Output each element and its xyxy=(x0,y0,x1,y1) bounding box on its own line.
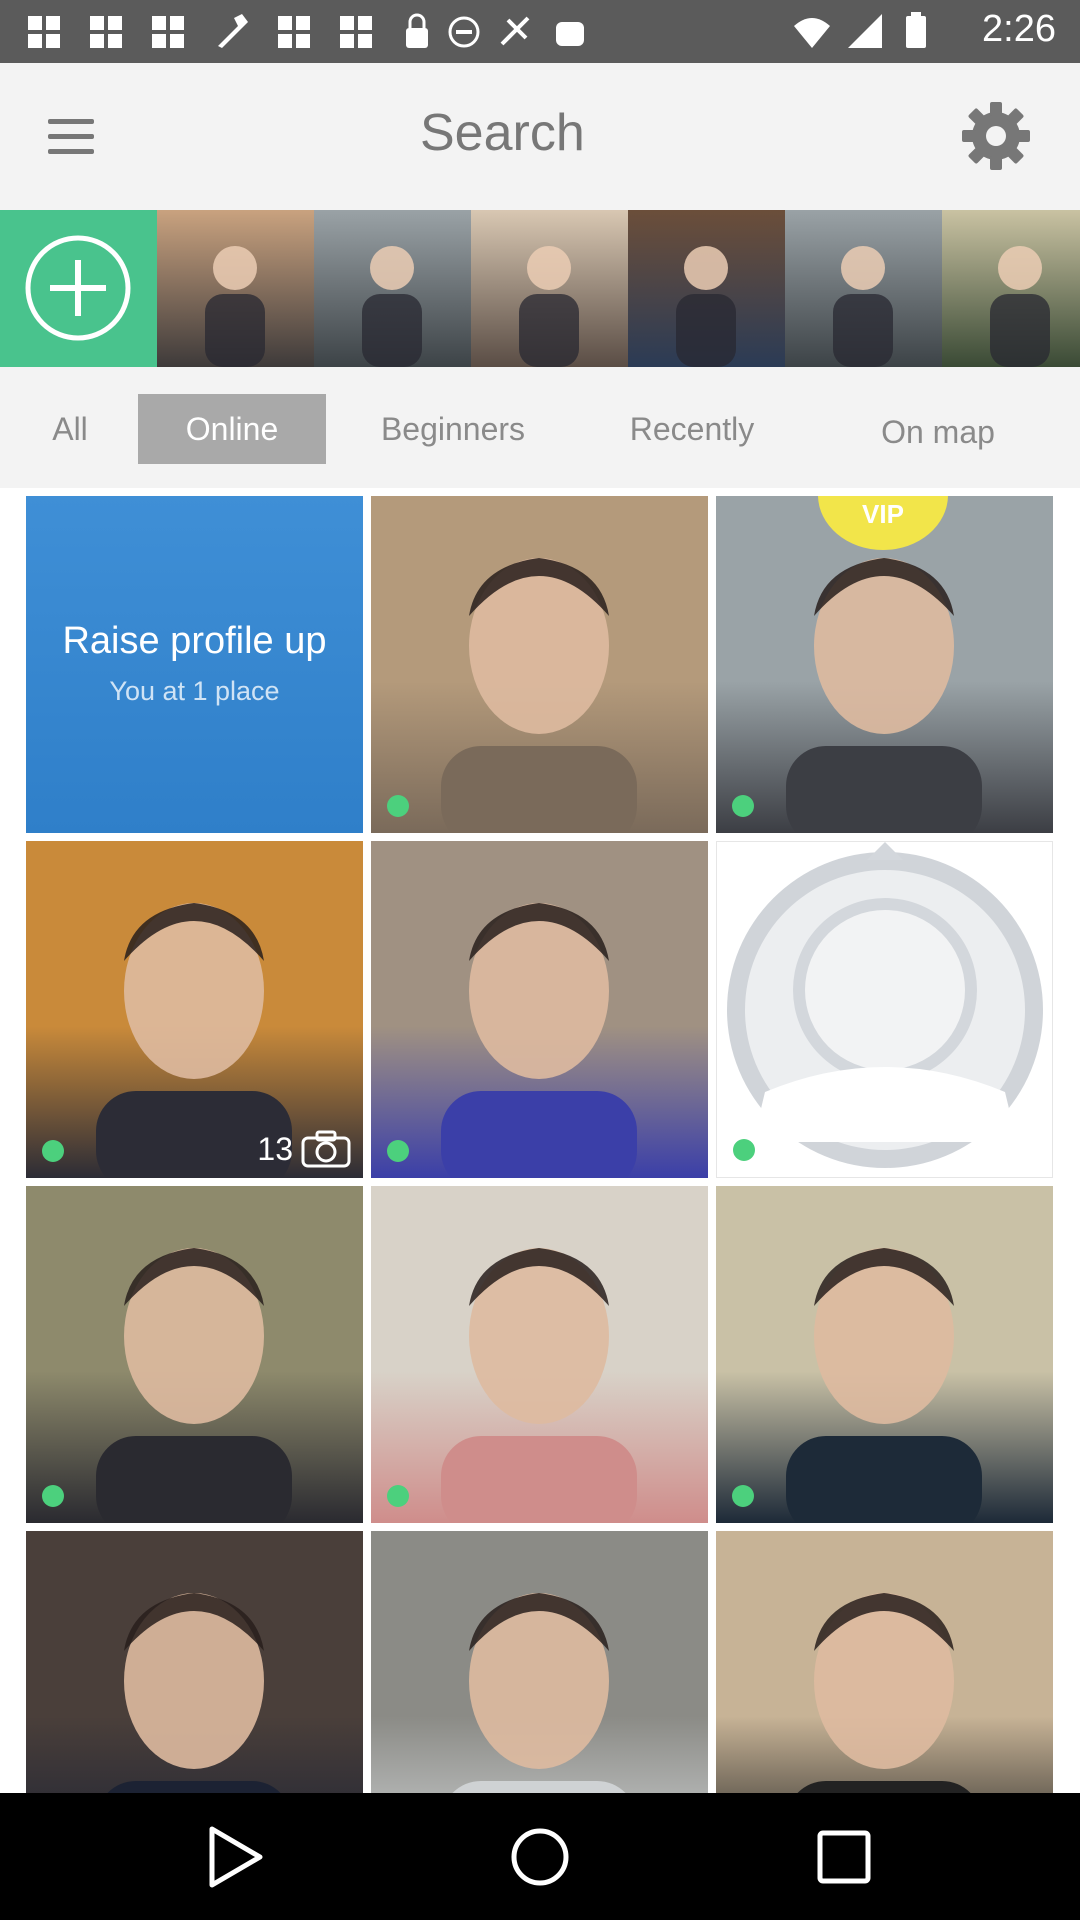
profile-card[interactable] xyxy=(26,1531,363,1793)
profile-card[interactable]: VIP xyxy=(716,496,1053,833)
gear-icon[interactable] xyxy=(960,100,1032,172)
profile-card-no-photo[interactable] xyxy=(716,841,1053,1178)
profile-photo xyxy=(96,1248,292,1523)
profile-card[interactable] xyxy=(371,841,708,1178)
online-indicator xyxy=(733,1139,755,1161)
plus-circle-icon xyxy=(25,235,131,341)
online-indicator xyxy=(387,795,409,817)
person-silhouette-icon xyxy=(676,246,736,367)
home-icon[interactable] xyxy=(511,1828,569,1886)
profile-card[interactable] xyxy=(716,1186,1053,1523)
person-silhouette-icon xyxy=(362,246,422,367)
menu-icon[interactable] xyxy=(44,115,100,161)
tab-recently[interactable]: Recently xyxy=(610,394,774,464)
notification-icons xyxy=(28,12,588,52)
online-indicator xyxy=(42,1140,64,1162)
system-icons xyxy=(790,12,940,52)
profile-photo xyxy=(441,558,637,833)
vip-label: VIP xyxy=(862,499,904,529)
profile-photo xyxy=(452,1593,626,1793)
profile-card[interactable] xyxy=(371,1531,708,1793)
status-bar: 2:26 xyxy=(0,0,1080,63)
profile-card[interactable]: 13 xyxy=(26,841,363,1178)
story-thumbnail[interactable] xyxy=(314,210,471,367)
online-indicator xyxy=(387,1485,409,1507)
person-silhouette-icon xyxy=(833,246,893,367)
profile-photo xyxy=(441,1248,637,1523)
camera-icon xyxy=(301,1130,351,1168)
nav-buttons xyxy=(209,1826,871,1888)
person-silhouette-icon xyxy=(205,246,265,367)
wifi-signal-battery-icon xyxy=(794,12,926,48)
app-bar: Search xyxy=(0,63,1080,210)
tab-on-map[interactable]: On map xyxy=(862,397,1014,467)
stories-strip xyxy=(0,210,1080,367)
add-story-button[interactable] xyxy=(0,210,157,367)
story-thumbnail[interactable] xyxy=(471,210,628,367)
photo-count: 13 xyxy=(257,1130,293,1167)
profile-card[interactable] xyxy=(371,496,708,833)
profile-card[interactable] xyxy=(716,1531,1053,1793)
profile-photo xyxy=(96,903,292,1178)
photo-count-badge: 13 xyxy=(257,1130,351,1168)
default-avatar-icon xyxy=(727,842,1043,1168)
person-silhouette-icon xyxy=(519,246,579,367)
online-indicator xyxy=(732,795,754,817)
raise-profile-card[interactable]: Raise profile up You at 1 place xyxy=(26,496,363,833)
online-indicator xyxy=(42,1485,64,1507)
person-silhouette-icon xyxy=(990,246,1050,367)
story-thumbnail[interactable] xyxy=(785,210,942,367)
story-thumbnail[interactable] xyxy=(628,210,785,367)
filter-tabs: All Online Beginners Recently On map xyxy=(0,367,1080,488)
story-thumbnail[interactable] xyxy=(942,210,1080,367)
tab-beginners[interactable]: Beginners xyxy=(362,394,544,464)
promo-title: Raise profile up xyxy=(62,620,327,662)
notification-icons-strip xyxy=(28,13,584,48)
promo-subtitle: You at 1 place xyxy=(109,676,280,706)
story-thumbnail[interactable] xyxy=(157,210,314,367)
profile-photo xyxy=(107,1593,281,1793)
search-title[interactable]: Search xyxy=(420,103,585,163)
profile-photo xyxy=(441,903,637,1178)
online-indicator xyxy=(387,1140,409,1162)
tab-online[interactable]: Online xyxy=(138,394,326,464)
status-time: 2:26 xyxy=(982,8,1056,50)
profile-photo xyxy=(797,1593,971,1793)
profile-card[interactable] xyxy=(26,1186,363,1523)
profile-grid: Raise profile up You at 1 place VIP 13 xyxy=(26,496,1054,1793)
profile-card[interactable] xyxy=(371,1186,708,1523)
navigation-bar xyxy=(0,1793,1080,1920)
back-icon[interactable] xyxy=(209,1826,263,1888)
tab-all[interactable]: All xyxy=(34,394,106,464)
online-indicator xyxy=(732,1485,754,1507)
profile-photo xyxy=(786,1248,982,1523)
recents-icon[interactable] xyxy=(817,1830,871,1884)
